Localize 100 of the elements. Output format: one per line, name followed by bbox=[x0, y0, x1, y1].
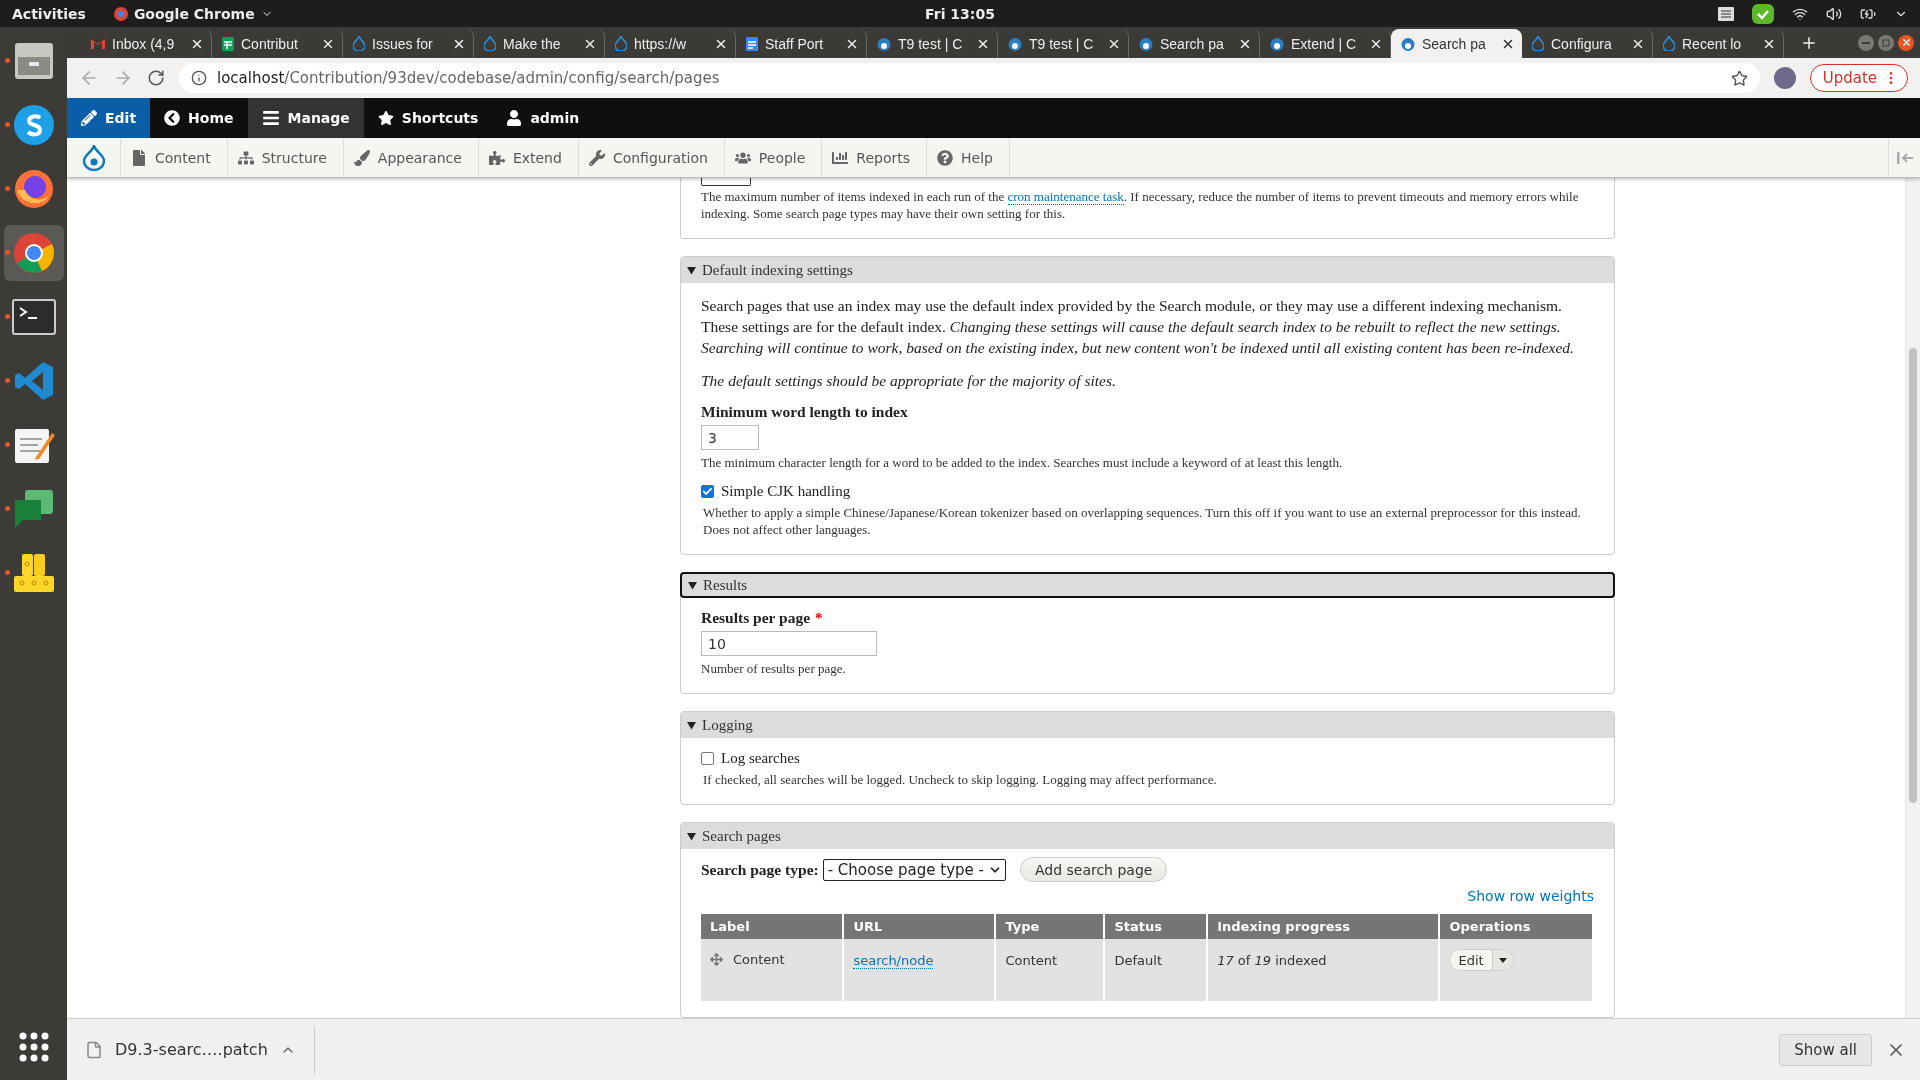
column-header: Operations bbox=[1439, 914, 1593, 939]
select-field[interactable] bbox=[701, 178, 751, 186]
admin-menu-item[interactable]: People bbox=[724, 138, 823, 177]
document-icon bbox=[746, 36, 758, 51]
show-all-button[interactable]: Show all bbox=[1779, 1033, 1872, 1066]
file-cabinet-icon[interactable] bbox=[12, 41, 55, 81]
close-icon[interactable] bbox=[1898, 34, 1914, 51]
table-cell: Content bbox=[733, 951, 785, 967]
toolbar-tab[interactable]: Home bbox=[150, 98, 248, 138]
fieldset-header[interactable]: Logging bbox=[681, 712, 1614, 738]
admin-menu-item[interactable]: Help bbox=[927, 138, 1010, 177]
checkbox[interactable] bbox=[701, 485, 714, 498]
drop-icon bbox=[353, 36, 365, 51]
chat-icon[interactable] bbox=[12, 488, 55, 530]
drop-icon bbox=[615, 36, 627, 51]
field-label: Results per page bbox=[701, 609, 811, 626]
triangle-icon bbox=[687, 831, 696, 841]
info-icon[interactable] bbox=[191, 70, 207, 86]
download-item[interactable]: D9.3-searc….patch bbox=[85, 1025, 315, 1074]
toolbar-tab[interactable]: Manage bbox=[247, 98, 364, 138]
admin-menu-item[interactable]: Extend bbox=[478, 138, 579, 177]
notes-icon[interactable] bbox=[1718, 6, 1734, 21]
drop-icon bbox=[1532, 36, 1544, 51]
browser-icon[interactable] bbox=[12, 168, 55, 210]
toolbar-tab[interactable]: Edit bbox=[67, 98, 151, 138]
menu-icon bbox=[261, 109, 280, 127]
dropdown-toggle[interactable] bbox=[1491, 950, 1513, 970]
caret-icon bbox=[1498, 957, 1507, 963]
activities-button[interactable]: Activities bbox=[12, 5, 86, 22]
admin-menu-item[interactable]: Content bbox=[121, 138, 228, 177]
paragraph: Search pages that use an index may use the default index provided by the Search module, or they may use a different indexing mechanism. These settings are for the default index. Changing these settings will cause the default search index to be rebuilt to reflect the new settings. Searching will continue to work, based on the existing index, but new content won't be indexed until all existing content has been re-indexed. bbox=[701, 296, 1575, 358]
code-editor-icon[interactable] bbox=[12, 360, 55, 402]
field-label: Search page type: bbox=[701, 860, 819, 879]
bookmark-star-icon[interactable] bbox=[1730, 69, 1748, 87]
cron-link[interactable]: cron maintenance task bbox=[1007, 189, 1124, 205]
star-icon bbox=[377, 110, 394, 126]
bubble-icon[interactable] bbox=[12, 104, 55, 146]
drop-icon[interactable] bbox=[82, 144, 105, 171]
triangle-icon bbox=[688, 580, 697, 590]
drop-icon bbox=[1663, 36, 1675, 51]
checkbox[interactable] bbox=[701, 752, 714, 765]
drag-handle-icon[interactable] bbox=[710, 952, 723, 966]
browser-icon[interactable] bbox=[11, 231, 56, 275]
column-header: Type bbox=[995, 914, 1105, 939]
app-menu[interactable]: Google Chrome bbox=[113, 5, 273, 22]
field-description: Whether to apply a simple Chinese/Japanese/Korean tokenizer based on overlapping sequences. Turn this off if you want to use an external preprocessor for this instead. Does not affect other languages. bbox=[702, 504, 1582, 538]
minimize-icon[interactable] bbox=[1858, 34, 1874, 51]
app-grid-icon[interactable] bbox=[18, 1032, 49, 1062]
mail-icon bbox=[91, 38, 105, 49]
show-row-weights-link[interactable]: Show row weights bbox=[1467, 888, 1594, 904]
table-cell: 17 of 19 indexed bbox=[1217, 952, 1327, 968]
fieldset-header[interactable]: Default indexing settings bbox=[681, 257, 1614, 283]
paragraph: The default settings should be appropriate for the majority of sites. bbox=[701, 371, 1117, 391]
avatar[interactable] bbox=[1773, 67, 1796, 89]
admin-menu-item[interactable]: Appearance bbox=[343, 138, 479, 177]
file-icon bbox=[131, 149, 147, 166]
file-icon bbox=[85, 1040, 103, 1059]
clock[interactable]: Fri 13:05 bbox=[925, 5, 995, 22]
field-description: Number of results per page. bbox=[701, 660, 847, 677]
user-icon bbox=[506, 110, 523, 126]
triangle-icon bbox=[687, 265, 696, 275]
column-header: Status bbox=[1104, 914, 1208, 939]
browser-icon bbox=[113, 6, 128, 21]
drop-icon bbox=[1008, 36, 1022, 51]
volume-icon[interactable] bbox=[1826, 5, 1842, 22]
field-description: The maximum number of items indexed in each run of the cron maintenance task. If necessary, reduce the number of items to prevent timeouts and memory errors while indexing. Some search page types may have their own setting for this. bbox=[701, 188, 1580, 222]
admin-menu-item[interactable]: Structure bbox=[227, 138, 344, 177]
wrench-icon bbox=[588, 149, 605, 166]
sitemap-icon bbox=[237, 149, 254, 166]
admin-menu-item[interactable]: Configuration bbox=[578, 138, 725, 177]
terminal-icon[interactable] bbox=[11, 299, 56, 335]
input-field[interactable]: 10 bbox=[701, 631, 877, 656]
fieldset-header[interactable]: Search pages bbox=[681, 823, 1614, 849]
toolbar-tab[interactable]: admin bbox=[492, 98, 594, 138]
admin-menu-item[interactable]: Reports bbox=[822, 138, 928, 177]
drop-icon bbox=[1401, 36, 1415, 51]
reload-icon[interactable] bbox=[147, 69, 165, 87]
check-badge-icon[interactable] bbox=[1752, 3, 1774, 24]
drop-icon bbox=[1139, 36, 1153, 51]
input-field[interactable]: 3 bbox=[701, 425, 759, 450]
toolbar-tab[interactable]: Shortcuts bbox=[363, 98, 493, 138]
puzzle-icon bbox=[488, 149, 505, 166]
drop-icon bbox=[484, 36, 496, 51]
page-type-select[interactable]: - Choose page type - bbox=[822, 858, 1006, 881]
field-description: If checked, all searches will be logged. Uncheck to skip logging. Logging may affect performance. bbox=[702, 771, 1218, 788]
add-search-page-button[interactable]: Add search page bbox=[1019, 857, 1168, 882]
field-label: Minimum word length to index bbox=[701, 403, 908, 420]
help-icon bbox=[937, 149, 954, 166]
browser-tab[interactable]: Search pa bbox=[1391, 29, 1522, 58]
scrollbar[interactable] bbox=[1905, 178, 1920, 1018]
address-bar[interactable]: localhost/Contribution/93dev/codebase/admin/config/search/pages bbox=[179, 63, 1760, 93]
triangle-icon bbox=[687, 720, 696, 730]
column-header: Label bbox=[701, 914, 844, 939]
update-button[interactable]: Update bbox=[1809, 64, 1908, 92]
fieldset-header[interactable]: Results bbox=[680, 572, 1615, 598]
table-cell: Default bbox=[1114, 952, 1162, 968]
column-header: Indexing progress bbox=[1207, 914, 1440, 939]
blocks-icon[interactable] bbox=[11, 552, 56, 594]
column-header: URL bbox=[843, 914, 996, 939]
bar-chart-icon bbox=[832, 149, 849, 166]
